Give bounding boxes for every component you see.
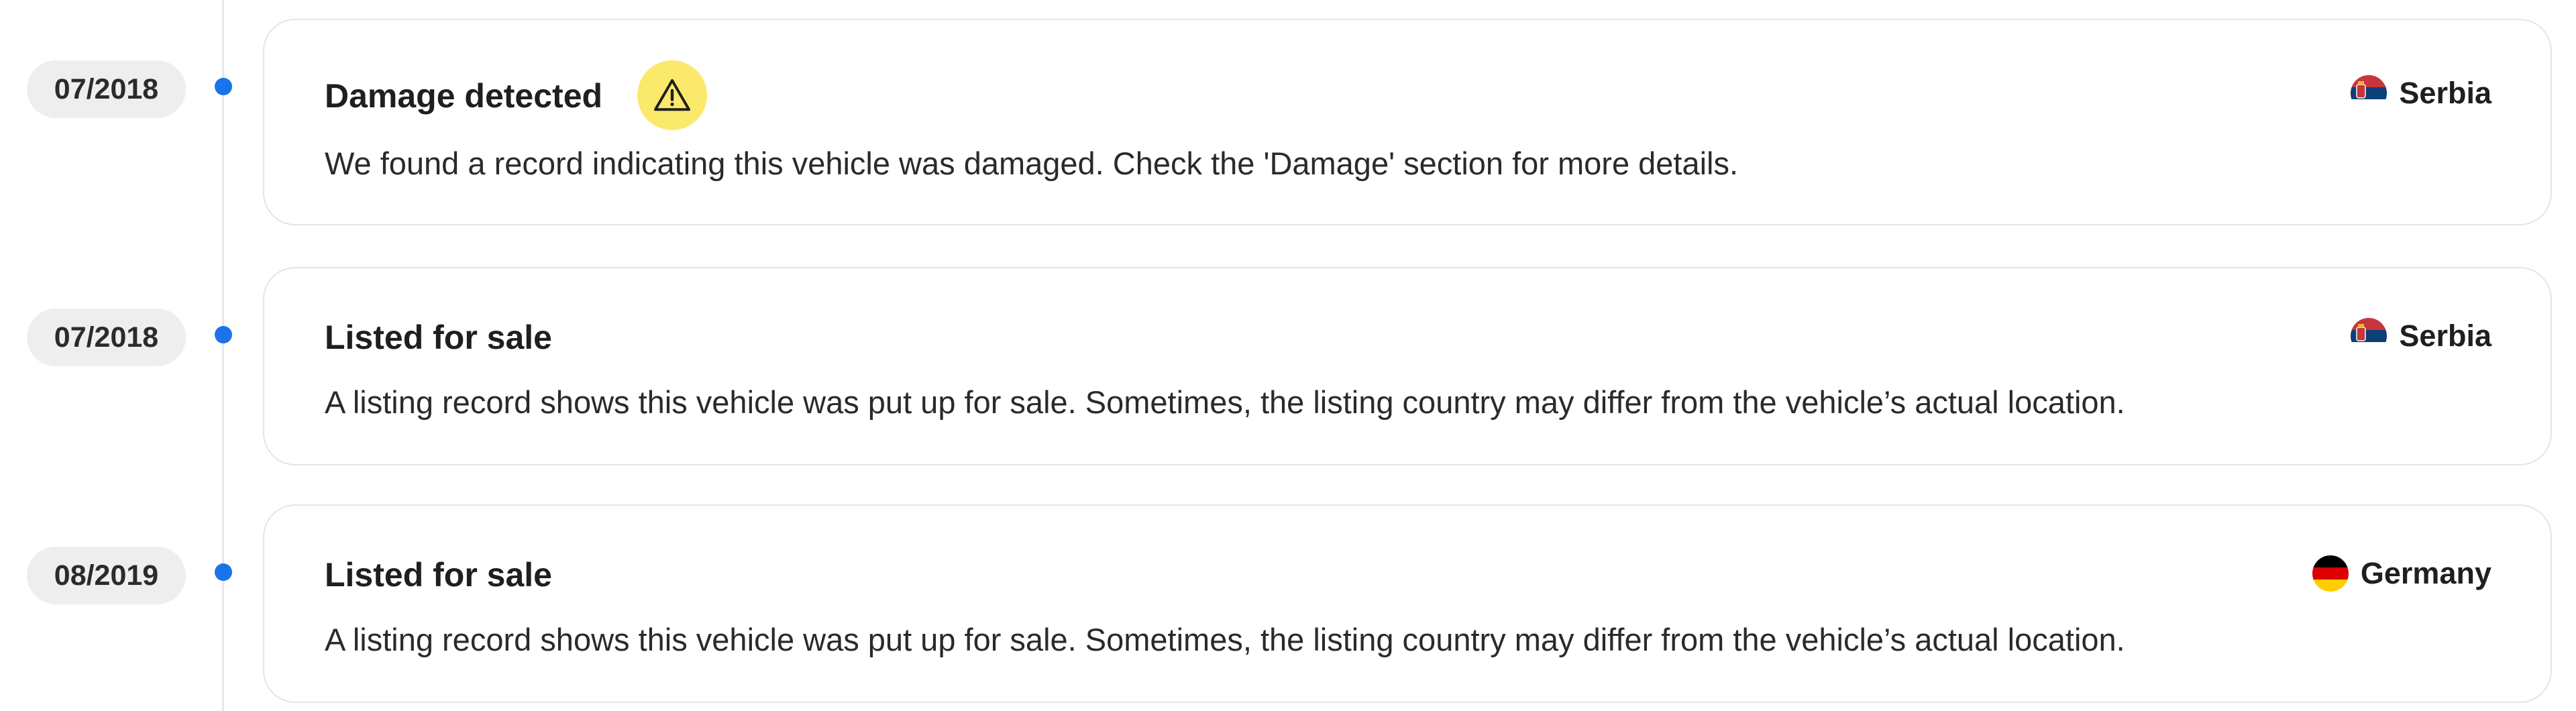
country-name: Serbia [2399, 319, 2491, 353]
germany-flag-icon [2312, 555, 2349, 592]
serbia-flag-icon [2351, 75, 2387, 111]
event-date-pill: 07/2018 [27, 60, 186, 118]
country-name: Germany [2360, 556, 2491, 590]
event-card[interactable]: Listed for sale A listing record shows t… [263, 267, 2552, 466]
timeline-line [222, 0, 224, 711]
timeline-dot [215, 326, 232, 343]
serbia-flag-icon [2351, 318, 2387, 354]
event-description: We found a record indicating this vehicl… [325, 146, 1739, 181]
country-name: Serbia [2399, 76, 2491, 110]
event-country: Germany [2312, 555, 2491, 592]
event-date-pill: 08/2019 [27, 547, 186, 604]
event-description: A listing record shows this vehicle was … [325, 384, 2125, 420]
event-date-pill: 07/2018 [27, 309, 186, 366]
event-country: Serbia [2351, 75, 2491, 111]
warning-triangle-icon [637, 60, 707, 130]
timeline-dot [215, 78, 232, 95]
event-card[interactable]: Listed for sale A listing record shows t… [263, 504, 2552, 703]
event-country: Serbia [2351, 318, 2491, 354]
event-description: A listing record shows this vehicle was … [325, 622, 2125, 657]
event-title: Listed for sale [325, 319, 552, 356]
event-title: Damage detected [325, 77, 603, 115]
event-card[interactable]: Damage detected We found a record indica… [263, 19, 2552, 225]
timeline-dot [215, 563, 232, 581]
event-title: Listed for sale [325, 556, 552, 594]
